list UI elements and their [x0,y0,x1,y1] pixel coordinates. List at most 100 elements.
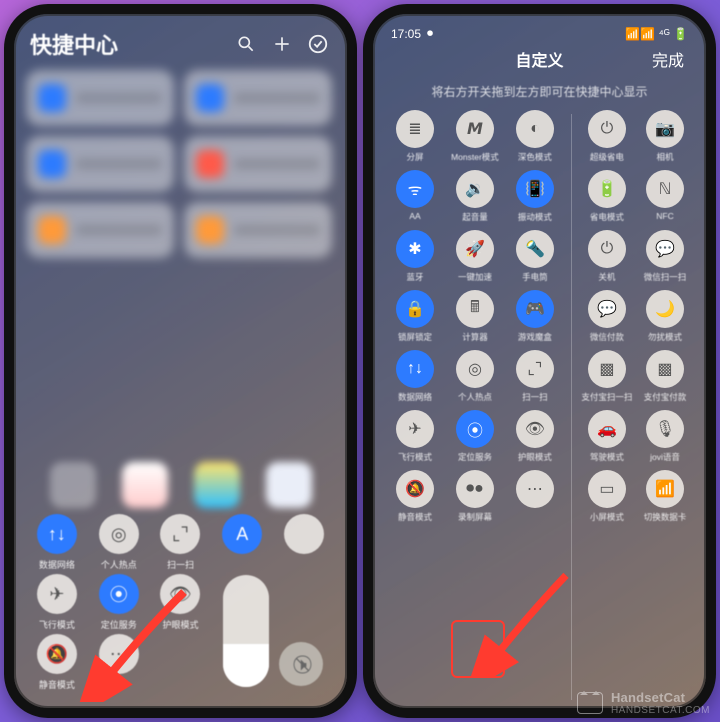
available-toggle-item[interactable]: 🚗驾驶模式 [578,410,636,461]
toggle-label: 数据网络 [398,391,432,401]
toggle-label: 一键加速 [458,271,492,281]
available-toggle-item[interactable]: 📷 相机 [636,110,694,161]
active-toggle-item[interactable]: 📳振动模式 [505,170,565,221]
customize-header: 自定义 完成 [385,45,694,79]
qs-auto[interactable]: A [211,514,273,568]
dock-app[interactable] [122,462,168,508]
toggle-label: 关机 [598,271,615,281]
available-toggle-item[interactable]: ℕNFC [636,170,694,221]
available-toggle-item[interactable]: 🎙jovi语音 [636,410,694,461]
toggle-label: AA [409,211,420,221]
toggle-label: 分屏 [406,151,423,161]
toggle-label: 起音量 [462,211,488,221]
toggle-label: 相机 [656,151,673,161]
tile[interactable] [184,202,332,258]
toggle-label: 勿扰模式 [648,331,682,341]
active-toggle-item[interactable]: ⦿定位服务 [445,410,505,461]
quick-tiles [26,70,335,258]
active-toggle-item[interactable]: 𝙈Monster模式 [445,110,505,161]
toggle-label: 深色模式 [518,151,552,161]
active-toggle-item[interactable]: 🔕静音模式 [385,470,445,521]
toggle-icon: ✱ [396,230,434,268]
available-toggle-item[interactable]: 🔋省电模式 [578,170,636,221]
toggle-label: 支付宝付款 [644,391,687,401]
toggle-icon: 💬 [588,290,626,328]
active-toggle-item[interactable]: ⋯ [505,470,565,521]
active-toggle-item[interactable]: ◐深色模式 [505,110,565,161]
tile[interactable] [26,70,174,126]
toggle-icon: ᯤ [396,170,434,208]
active-toggle-item[interactable]: 👁护眼模式 [505,410,565,461]
active-toggle-item[interactable]: ᯤ AA [385,170,445,221]
toggle-label: 省电模式 [590,211,624,221]
available-toggle-item[interactable]: 💬微信付款 [578,290,636,341]
available-toggles-grid: ⏻超级省电📷相机🔋省电模式ℕNFC⏻关机💬微信扫一扫💬微信付款🌙勿扰模式▩支付宝… [578,110,694,521]
active-toggle-item[interactable]: ✱蓝牙 [385,230,445,281]
toggle-icon: 📷 [646,110,684,148]
done-button[interactable]: 完成 [652,47,684,71]
brightness-slider[interactable]: ☀ [223,575,269,687]
watermark: HandsetCat HANDSETCAT.COM [577,690,710,716]
toggle-label: 个人热点 [458,391,492,401]
qs-scan[interactable]: ⌞⌝扫一扫 [150,514,212,568]
toggle-label: 超级省电 [590,151,624,161]
qs-data-network[interactable]: ↑↓数据网络 [26,514,88,568]
toggle-icon: 🖩 [456,290,494,328]
brightness-icon: ☀ [239,659,253,679]
toggle-label: 手电筒 [522,271,548,281]
qs-hotspot[interactable]: ◎个人热点 [88,514,150,568]
tile[interactable] [184,136,332,192]
toggle-icon: 🔦 [516,230,554,268]
tile[interactable] [26,202,174,258]
toggle-icon: ⋯ [516,470,554,508]
qs-location[interactable]: ⦿定位服务 [88,574,150,628]
cat-icon [577,692,603,714]
active-toggles-grid: ≣分屏𝙈Monster模式◐深色模式 ᯤ AA 🔉 起音量 📳振动模式 ✱蓝牙🚀一键加速 🔦 手… [385,110,565,521]
tile[interactable] [26,136,174,192]
active-toggle-item[interactable]: 🔉 起音量 [445,170,505,221]
qs-silent[interactable]: 🔕静音模式 [26,634,88,688]
toggle-icon: 🔉 [456,170,494,208]
customize-title: 自定义 [393,47,686,71]
toggle-icon: 🔕 [396,470,434,508]
available-toggle-item[interactable]: ▭小屏模式 [578,470,636,521]
active-toggle-item[interactable]: ◎个人热点 [445,350,505,401]
active-toggle-item[interactable]: ⏺●录制屏幕 [445,470,505,521]
search-icon[interactable] [233,31,259,57]
toggle-label: 飞行模式 [398,451,432,461]
toggle-label: 振动模式 [518,211,552,221]
active-toggle-item[interactable]: ✈飞行模式 [385,410,445,461]
active-toggle-item[interactable]: 🚀一键加速 [445,230,505,281]
available-toggle-item[interactable]: 🌙勿扰模式 [636,290,694,341]
active-toggle-item[interactable]: ↑↓数据网络 [385,350,445,401]
active-toggle-item[interactable]: 🔒锁屏锁定 [385,290,445,341]
qs-blank[interactable] [273,514,335,568]
dock-app[interactable] [266,462,312,508]
active-toggle-item[interactable]: ⌞⌝扫一扫 [505,350,565,401]
control-center-title: 快捷中心 [30,28,223,60]
available-toggle-item[interactable]: ▩支付宝扫一扫 [578,350,636,401]
toggle-icon: 🚗 [588,410,626,448]
dock-app[interactable] [194,462,240,508]
active-toggle-item[interactable]: 🔦 手电筒 [505,230,565,281]
mute-icon: 🕨⃠ [296,654,307,675]
active-toggle-item[interactable]: ≣分屏 [385,110,445,161]
active-toggle-item[interactable]: 🎮游戏魔盒 [505,290,565,341]
mute-toggle[interactable]: 🕨⃠ [279,642,323,686]
check-circle-icon[interactable] [305,31,331,57]
plus-icon[interactable] [269,31,295,57]
qs-airplane[interactable]: ✈飞行模式 [26,574,88,628]
dock [14,462,347,508]
toggle-icon: ▩ [588,350,626,388]
available-toggle-item[interactable]: ⏻超级省电 [578,110,636,161]
available-toggle-item[interactable]: 📶切换数据卡 [636,470,694,521]
qs-eyecare[interactable]: 👁护眼模式 [150,574,212,628]
available-toggle-item[interactable]: 💬微信扫一扫 [636,230,694,281]
available-toggle-item[interactable]: ⏻关机 [578,230,636,281]
status-record-icon: ⏺ [427,26,433,41]
active-toggle-item[interactable]: 🖩计算器 [445,290,505,341]
available-toggle-item[interactable]: ▩支付宝付款 [636,350,694,401]
qs-more[interactable]: ⋯ [88,634,150,688]
tile[interactable] [184,70,332,126]
dock-app[interactable] [50,462,96,508]
